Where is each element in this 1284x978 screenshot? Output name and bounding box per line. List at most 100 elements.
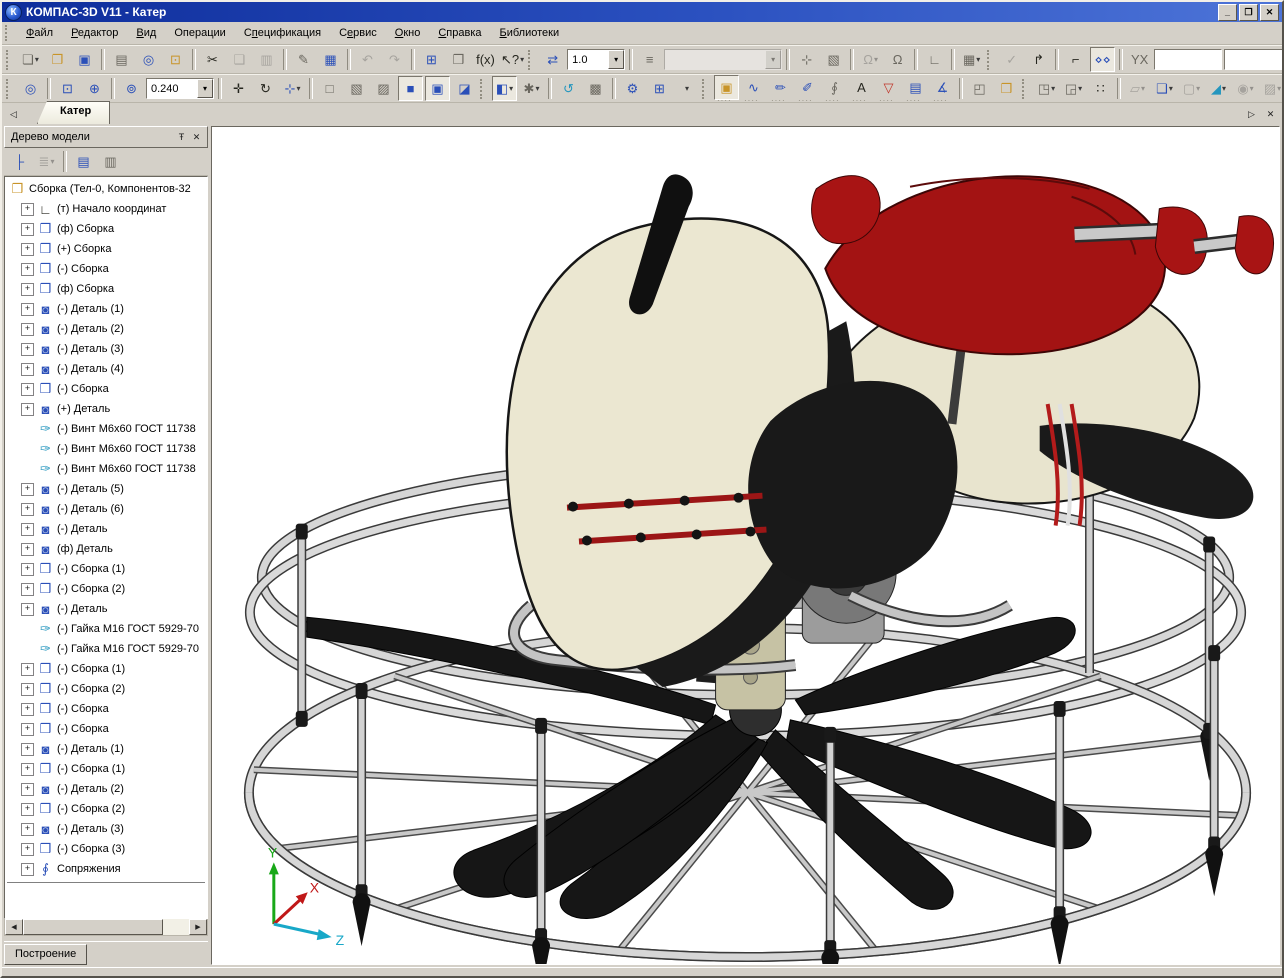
- perspective-button[interactable]: [452, 76, 477, 101]
- copy-feature-button[interactable]: [1125, 76, 1150, 101]
- hole-button[interactable]: [1233, 76, 1258, 101]
- tree-item[interactable]: (-) Сборка: [7, 699, 207, 719]
- tree-item[interactable]: (-) Деталь (2): [7, 779, 207, 799]
- variables-window-button[interactable]: [419, 47, 444, 72]
- tree-item[interactable]: (-) Сборка: [7, 259, 207, 279]
- copy-button[interactable]: [227, 47, 252, 72]
- zoom-frame-button[interactable]: [55, 76, 80, 101]
- tree-expander[interactable]: [21, 223, 34, 236]
- tree-expander[interactable]: [21, 243, 34, 256]
- context-help-button[interactable]: [500, 47, 525, 72]
- tree-expander[interactable]: [21, 603, 34, 616]
- perpendicular-button[interactable]: [922, 47, 947, 72]
- tree-expander[interactable]: [21, 743, 34, 756]
- new-document-button[interactable]: [18, 47, 43, 72]
- local-cs-button[interactable]: [1026, 47, 1051, 72]
- save-document-button[interactable]: [72, 47, 97, 72]
- hidden-lines-removed-button[interactable]: [344, 76, 369, 101]
- tree-item[interactable]: (-) Деталь (5): [7, 479, 207, 499]
- panel-surfaces-button[interactable]: [768, 75, 793, 100]
- snaps-setup-button[interactable]: [858, 47, 883, 72]
- tree-expander[interactable]: [21, 363, 34, 376]
- document-tab-kater[interactable]: Катер: [37, 101, 110, 124]
- menu-file[interactable]: Файл: [17, 23, 62, 43]
- zoom-in-out-button[interactable]: [82, 76, 107, 101]
- pin-icon[interactable]: Ŧ: [174, 130, 189, 144]
- tree-expander[interactable]: [21, 703, 34, 716]
- minimize-button[interactable]: _: [1218, 4, 1237, 21]
- layer-states-button[interactable]: [637, 47, 662, 72]
- body-part-button[interactable]: [1034, 76, 1059, 101]
- tree-item[interactable]: (-) Деталь (3): [7, 819, 207, 839]
- refresh-image-button[interactable]: [556, 76, 581, 101]
- refresh-window-button[interactable]: [647, 76, 672, 101]
- layers-combo[interactable]: [664, 49, 782, 70]
- tree-expander[interactable]: [21, 843, 34, 856]
- menu-view[interactable]: Вид: [127, 23, 165, 43]
- tree-item[interactable]: (-) Деталь: [7, 599, 207, 619]
- tree-expander[interactable]: [21, 863, 34, 876]
- cut-extrude-button[interactable]: [1206, 76, 1231, 101]
- shaded-wireframe-button[interactable]: [425, 76, 450, 101]
- restore-button[interactable]: ❐: [1239, 4, 1258, 21]
- tree-item[interactable]: (-) Деталь (1): [7, 299, 207, 319]
- menu-operations[interactable]: Операции: [165, 23, 234, 43]
- tree-expander[interactable]: [21, 583, 34, 596]
- scroll-left-arrow-icon[interactable]: ◀: [5, 919, 23, 935]
- print-preview-button[interactable]: [136, 47, 161, 72]
- tree-expander[interactable]: [21, 403, 34, 416]
- menu-editor[interactable]: Редактор: [62, 23, 127, 43]
- tree-item[interactable]: (-) Сборка (2): [7, 579, 207, 599]
- tree-expander[interactable]: [21, 483, 34, 496]
- tree-item[interactable]: (ф) Сборка: [7, 219, 207, 239]
- tree-expander[interactable]: [21, 763, 34, 776]
- menu-help[interactable]: Справка: [429, 23, 490, 43]
- panel-aux-geometry-button[interactable]: [795, 75, 820, 100]
- tree-expander[interactable]: [21, 343, 34, 356]
- rounding-button[interactable]: [999, 47, 1024, 72]
- pan-button[interactable]: [226, 76, 251, 101]
- tree-item[interactable]: (т) Начало координат: [7, 199, 207, 219]
- current-step-button[interactable]: [540, 47, 565, 72]
- zoom-selected-button[interactable]: [18, 76, 43, 101]
- tree-expander[interactable]: [21, 543, 34, 556]
- tree-item[interactable]: (-) Деталь: [7, 519, 207, 539]
- tree-item[interactable]: Сборка (Тел-0, Компонентов-32: [7, 179, 207, 199]
- shaded-button[interactable]: [398, 76, 423, 101]
- tree-expander[interactable]: [21, 663, 34, 676]
- snaps-button[interactable]: [885, 47, 910, 72]
- scrollbar-thumb[interactable]: [23, 919, 163, 935]
- menu-window[interactable]: Окно: [386, 23, 430, 43]
- scrollbar-track[interactable]: [23, 919, 189, 935]
- x-coordinate-field[interactable]: [1154, 49, 1222, 70]
- tree-expander[interactable]: [21, 523, 34, 536]
- tree-expander[interactable]: [21, 323, 34, 336]
- open-document-button[interactable]: [45, 47, 70, 72]
- loft-button[interactable]: [1179, 76, 1204, 101]
- y-coordinate-field[interactable]: [1224, 49, 1282, 70]
- tree-item[interactable]: (-) Сборка (1): [7, 759, 207, 779]
- print-button[interactable]: [109, 47, 134, 72]
- tree-expander[interactable]: [21, 563, 34, 576]
- tree-expander[interactable]: [21, 783, 34, 796]
- tree-item[interactable]: (-) Винт М6х60 ГОСТ 11738: [7, 439, 207, 459]
- tree-item[interactable]: (-) Сборка (2): [7, 679, 207, 699]
- zoom-pointer-button[interactable]: [119, 76, 144, 101]
- rebuild-model-button[interactable]: [620, 76, 645, 101]
- tree-item[interactable]: (-) Винт М6х60 ГОСТ 11738: [7, 459, 207, 479]
- notebook-button[interactable]: [821, 47, 846, 72]
- menu-libraries[interactable]: Библиотеки: [491, 23, 569, 43]
- tree-item[interactable]: (-) Деталь (2): [7, 319, 207, 339]
- document-properties-button[interactable]: [163, 47, 188, 72]
- snapshot-button[interactable]: [967, 76, 992, 101]
- orientation-button[interactable]: [280, 76, 305, 101]
- hidden-lines-thin-button[interactable]: [371, 76, 396, 101]
- load-document-button[interactable]: [994, 76, 1019, 101]
- tree-item[interactable]: (-) Гайка М16 ГОСТ 5929-70: [7, 619, 207, 639]
- tree-expander[interactable]: [21, 383, 34, 396]
- tree-item[interactable]: (-) Гайка М16 ГОСТ 5929-70: [7, 639, 207, 659]
- tree-item[interactable]: (-) Сборка (1): [7, 559, 207, 579]
- tree-composition-button[interactable]: [34, 149, 59, 174]
- body-assembly-button[interactable]: [1061, 76, 1086, 101]
- ortho-drawing-button[interactable]: [1090, 47, 1115, 72]
